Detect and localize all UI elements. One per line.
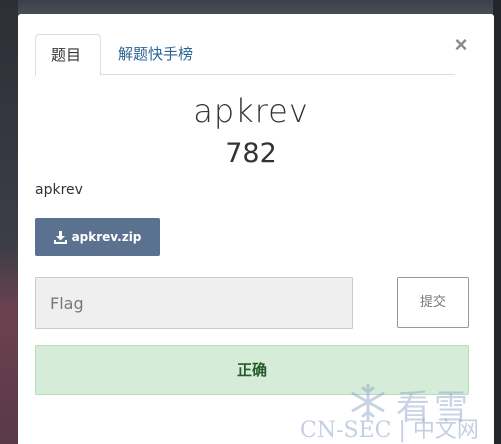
download-file-label: apkrev.zip (71, 230, 142, 244)
flag-input[interactable] (35, 277, 353, 329)
challenge-title: apkrev (193, 92, 309, 130)
download-file-button[interactable]: apkrev.zip (35, 218, 160, 256)
submit-button[interactable]: 提交 (397, 277, 469, 328)
tab-solves-leaderboard[interactable]: 解题快手榜 (103, 34, 208, 75)
challenge-points: 782 (225, 138, 277, 169)
challenge-modal: 题目 解题快手榜 × apkrev 782 apkrev apkrev.zip … (18, 14, 494, 444)
modal-tabs: 题目 解题快手榜 (35, 34, 455, 76)
close-icon[interactable]: × (451, 34, 471, 56)
page-backdrop-right (493, 0, 501, 444)
page-backdrop-left (0, 0, 18, 444)
challenge-description: apkrev (35, 182, 83, 198)
tab-challenge[interactable]: 题目 (35, 34, 101, 76)
download-icon (53, 230, 67, 244)
watermark-footer: CN-SEC | 中文网 (300, 418, 479, 443)
